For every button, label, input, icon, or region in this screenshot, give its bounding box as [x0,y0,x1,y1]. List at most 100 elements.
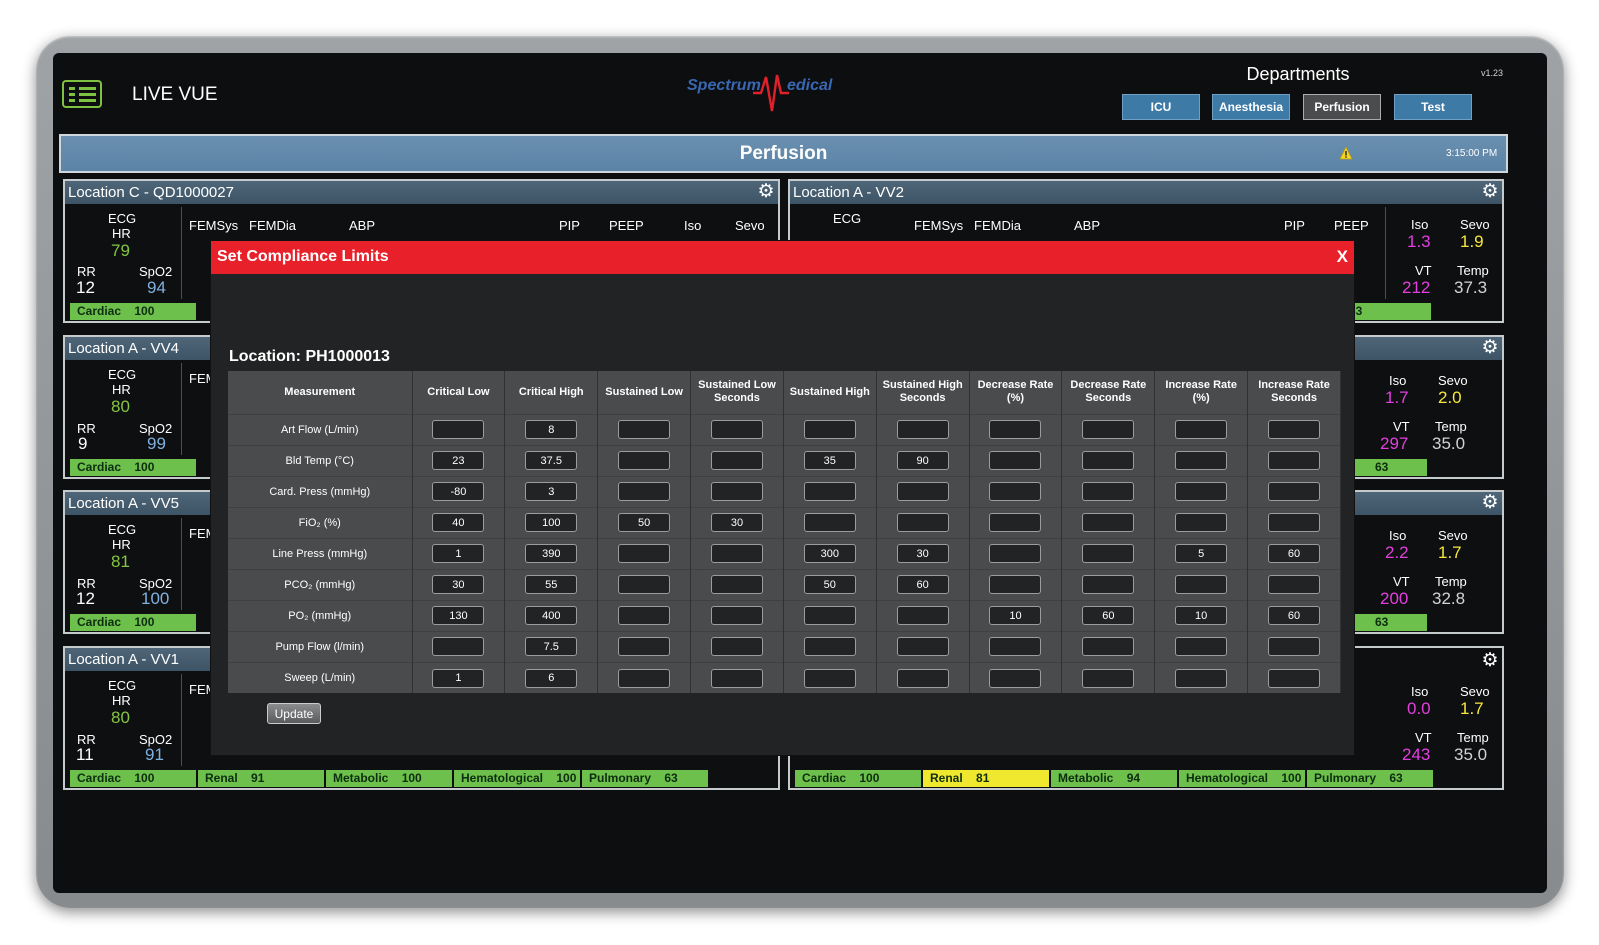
limit-input[interactable] [1175,451,1228,471]
limit-input[interactable] [989,482,1042,502]
limit-input[interactable] [803,575,856,595]
limit-input[interactable] [1268,482,1321,502]
limit-input[interactable] [1175,575,1228,595]
gear-icon[interactable]: ⚙ [1481,182,1499,201]
limit-input[interactable] [896,544,949,564]
limit-input[interactable] [896,575,949,595]
limit-input[interactable] [896,513,949,533]
limit-input[interactable] [525,606,578,626]
limit-input[interactable] [896,606,949,626]
limit-input[interactable] [896,420,949,440]
panel-title[interactable]: Location A - VV2 [790,181,1502,204]
limit-input[interactable] [710,575,763,595]
limit-input[interactable] [432,637,485,657]
limit-input[interactable] [618,637,671,657]
limit-input[interactable] [1268,513,1321,533]
limit-input[interactable] [1175,668,1228,688]
limit-input[interactable] [525,451,578,471]
limit-input[interactable] [989,544,1042,564]
limit-input[interactable] [432,513,485,533]
limit-input[interactable] [803,668,856,688]
limit-input[interactable] [1268,575,1321,595]
limit-input[interactable] [525,637,578,657]
limit-input[interactable] [803,637,856,657]
gear-icon[interactable]: ⚙ [1481,493,1499,512]
limit-input[interactable] [1268,606,1321,626]
limit-input[interactable] [432,420,485,440]
limit-input[interactable] [525,420,578,440]
limit-input[interactable] [432,575,485,595]
limit-input[interactable] [896,668,949,688]
limit-input[interactable] [1175,513,1228,533]
limit-input[interactable] [1268,544,1321,564]
limit-input[interactable] [525,544,578,564]
limit-input[interactable] [803,451,856,471]
limit-input[interactable] [1082,544,1135,564]
limit-input[interactable] [1268,420,1321,440]
limit-input[interactable] [803,513,856,533]
limit-input[interactable] [1175,482,1228,502]
grid-menu-icon[interactable] [62,80,102,108]
limit-input[interactable] [896,451,949,471]
limit-input[interactable] [803,544,856,564]
limit-input[interactable] [1175,606,1228,626]
limit-input[interactable] [1082,606,1135,626]
limit-input[interactable] [525,668,578,688]
limit-input[interactable] [989,637,1042,657]
limit-input[interactable] [803,606,856,626]
limit-input[interactable] [432,451,485,471]
warning-triangle-icon[interactable] [1339,146,1353,160]
limit-input[interactable] [989,575,1042,595]
limit-input[interactable] [1082,482,1135,502]
limit-input[interactable] [989,513,1042,533]
limit-input[interactable] [432,482,485,502]
limit-input[interactable] [989,668,1042,688]
limit-input[interactable] [1268,451,1321,471]
limit-input[interactable] [618,575,671,595]
limit-input[interactable] [1175,637,1228,657]
gear-icon[interactable]: ⚙ [1481,338,1499,357]
limit-input[interactable] [803,420,856,440]
limit-input[interactable] [1082,451,1135,471]
limit-input[interactable] [1268,668,1321,688]
limit-input[interactable] [618,420,671,440]
limit-input[interactable] [1175,544,1228,564]
limit-input[interactable] [618,451,671,471]
dept-test-button[interactable]: Test [1394,94,1472,120]
limit-input[interactable] [618,544,671,564]
dept-perfusion-button[interactable]: Perfusion [1303,94,1381,120]
limit-input[interactable] [432,544,485,564]
limit-input[interactable] [896,637,949,657]
limit-input[interactable] [618,482,671,502]
limit-input[interactable] [896,482,949,502]
gear-icon[interactable]: ⚙ [757,182,775,201]
limit-input[interactable] [432,668,485,688]
limit-input[interactable] [1175,420,1228,440]
limit-input[interactable] [710,482,763,502]
limit-input[interactable] [618,606,671,626]
limit-input[interactable] [1268,637,1321,657]
limit-input[interactable] [525,575,578,595]
limit-input[interactable] [710,606,763,626]
limit-input[interactable] [1082,668,1135,688]
limit-input[interactable] [1082,420,1135,440]
limit-input[interactable] [525,513,578,533]
limit-input[interactable] [989,420,1042,440]
limit-input[interactable] [710,544,763,564]
limit-input[interactable] [989,606,1042,626]
limit-input[interactable] [710,420,763,440]
limit-input[interactable] [618,668,671,688]
limit-input[interactable] [710,451,763,471]
limit-input[interactable] [989,451,1042,471]
update-button[interactable]: Update [267,703,321,724]
limit-input[interactable] [525,482,578,502]
limit-input[interactable] [710,513,763,533]
limit-input[interactable] [803,482,856,502]
dept-anesthesia-button[interactable]: Anesthesia [1212,94,1290,120]
limit-input[interactable] [618,513,671,533]
limit-input[interactable] [710,668,763,688]
limit-input[interactable] [432,606,485,626]
limit-input[interactable] [1082,637,1135,657]
limit-input[interactable] [710,637,763,657]
limit-input[interactable] [1082,513,1135,533]
